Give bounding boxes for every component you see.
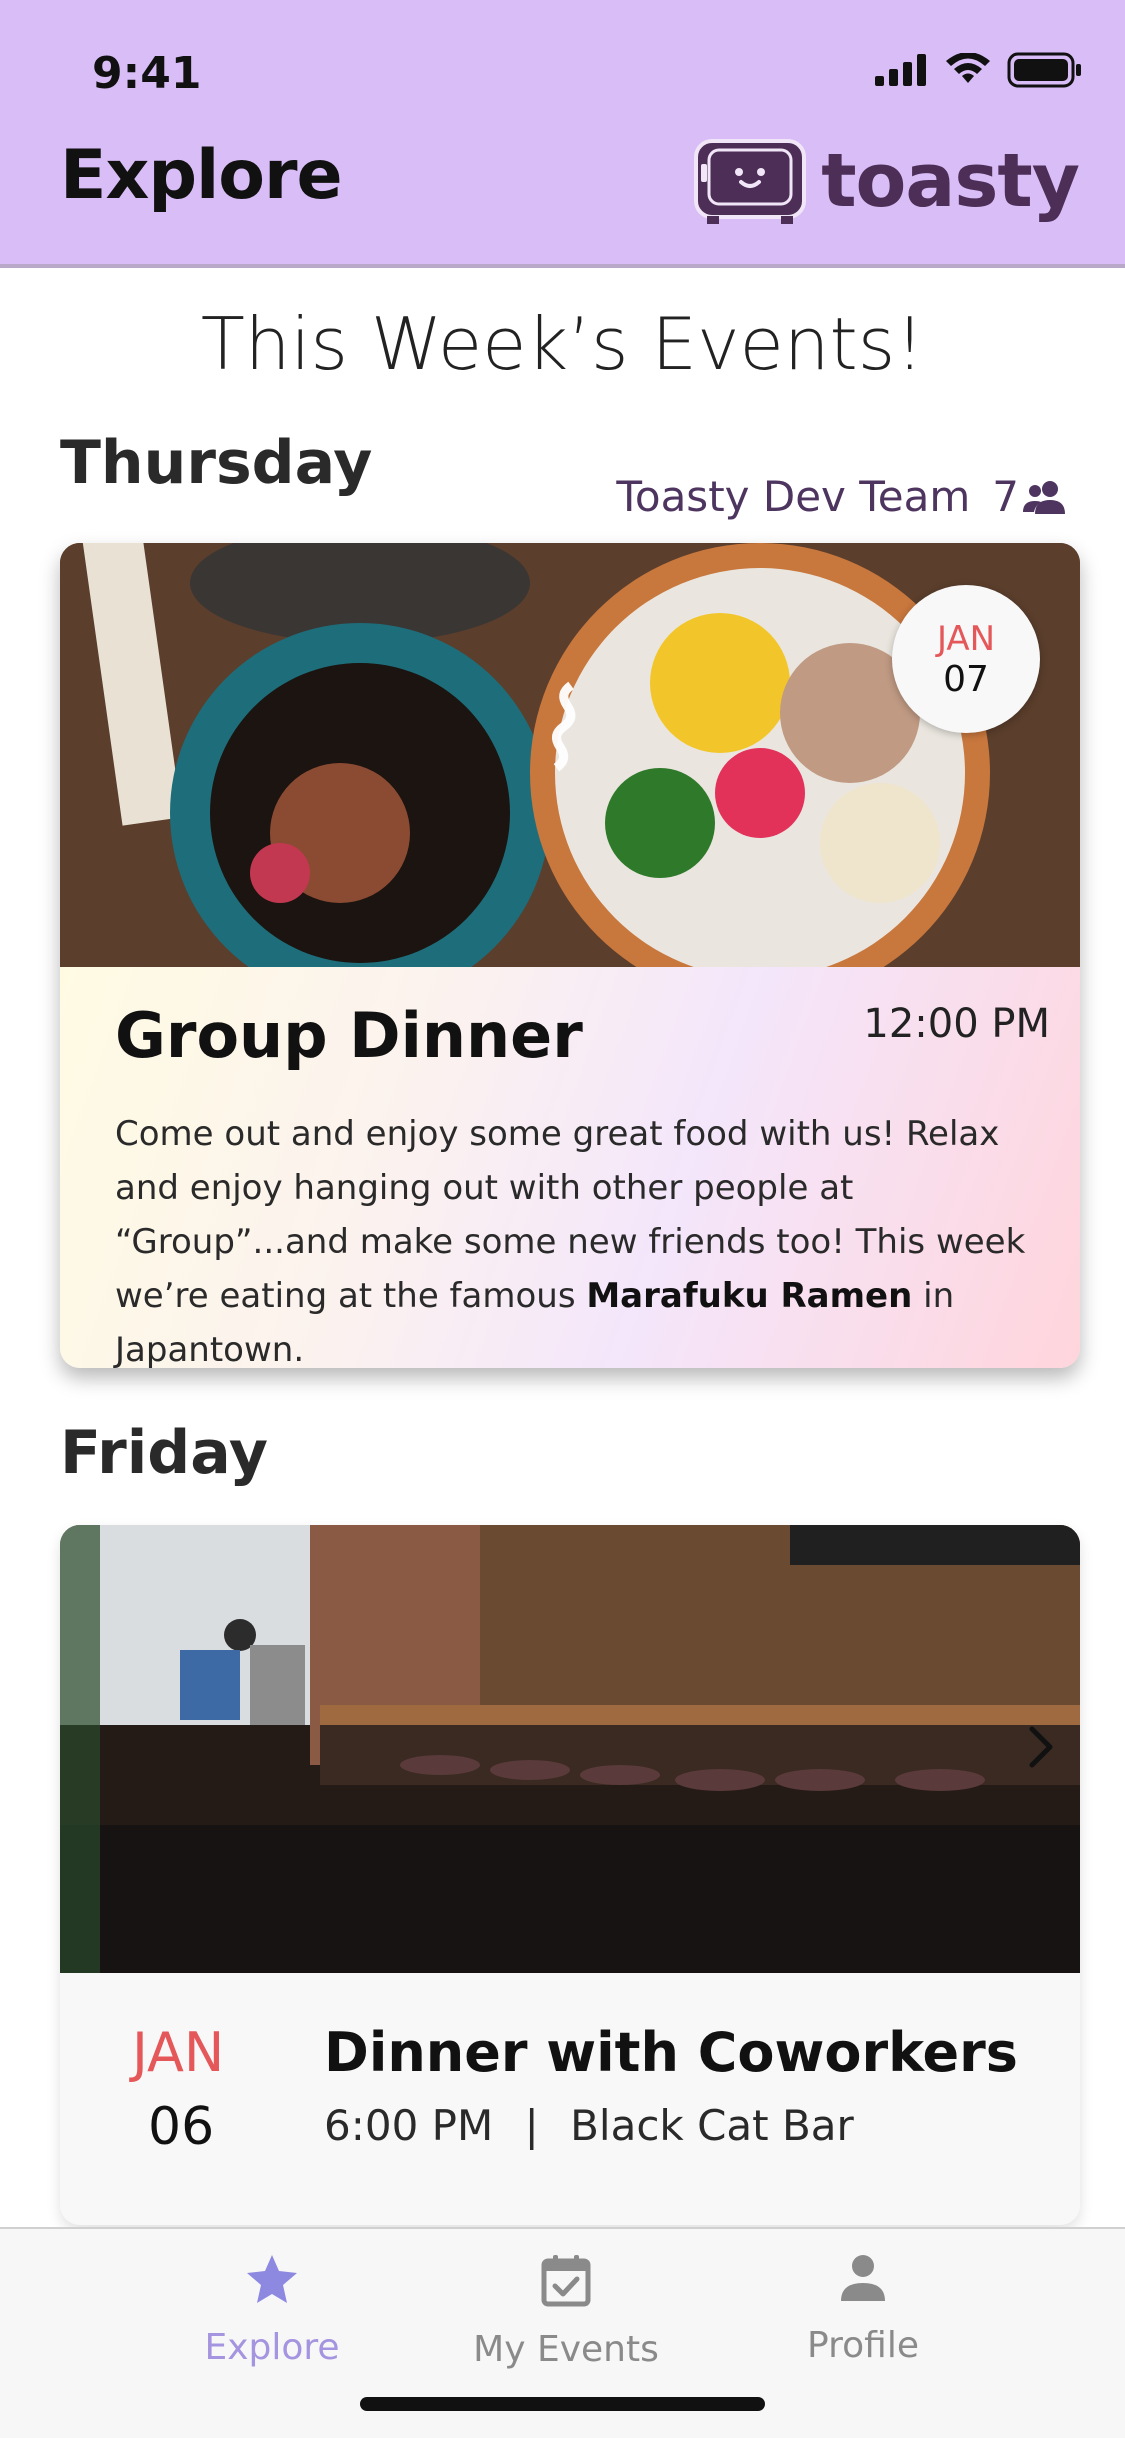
wifi-icon xyxy=(946,53,990,83)
calendar-check-icon xyxy=(541,2255,591,2307)
tab-label: Profile xyxy=(807,2325,919,2366)
event-card-body: Group Dinner 12:00 PM Come out and enjoy… xyxy=(60,967,1080,1368)
group-name: Toasty Dev Team xyxy=(616,472,971,521)
tab-label: My Events xyxy=(473,2329,659,2370)
page-title: Explore xyxy=(60,136,343,215)
event-date-badge: JAN 07 xyxy=(892,585,1040,733)
event-description: Come out and enjoy some great food with … xyxy=(115,1107,1035,1368)
app-header: 9:41 Explore toasty xyxy=(0,0,1125,268)
toaster-logo-icon xyxy=(694,139,807,224)
event-time: 6:00 PM xyxy=(324,2101,494,2150)
battery-icon xyxy=(1007,52,1081,88)
event-subtitle: 6:00 PM | Black Cat Bar xyxy=(324,2101,854,2150)
event-month: JAN xyxy=(132,2021,225,2084)
day-heading-friday: Friday xyxy=(60,1418,269,1488)
chevron-right-icon[interactable] xyxy=(1026,1725,1056,1769)
group-info[interactable]: Toasty Dev Team 7 xyxy=(616,472,1067,521)
event-day: 06 xyxy=(148,2097,215,2157)
status-time: 9:41 xyxy=(92,48,202,99)
home-indicator[interactable] xyxy=(360,2397,765,2411)
signal-icon xyxy=(875,54,926,86)
star-icon xyxy=(247,2255,297,2303)
status-icons xyxy=(875,52,1083,88)
event-day: 07 xyxy=(943,659,989,700)
section-title: This Week’s Events! xyxy=(200,302,925,386)
event-venue: Black Cat Bar xyxy=(570,2101,854,2150)
day-heading-thursday: Thursday xyxy=(60,428,373,498)
toasty-logo: toasty xyxy=(693,138,1080,224)
bar-photo xyxy=(60,1525,1080,1973)
member-count: 7 xyxy=(992,472,1019,521)
event-card-dinner-coworkers[interactable]: JAN 06 Dinner with Coworkers 6:00 PM | B… xyxy=(60,1525,1080,2225)
tab-my-events[interactable]: My Events xyxy=(436,2253,696,2370)
tab-profile[interactable]: Profile xyxy=(733,2253,993,2366)
people-icon xyxy=(1023,480,1065,514)
event-time: 12:00 PM xyxy=(863,1001,1050,1047)
event-title: Group Dinner xyxy=(115,999,583,1072)
event-venue-highlight: Marafuku Ramen xyxy=(586,1276,913,1316)
person-icon xyxy=(841,2255,885,2301)
event-month: JAN xyxy=(936,619,996,659)
event-title: Dinner with Coworkers xyxy=(324,2021,1018,2084)
separator: | xyxy=(524,2101,539,2150)
tab-explore[interactable]: Explore xyxy=(142,2253,402,2368)
logo-text: toasty xyxy=(821,138,1080,224)
tab-label: Explore xyxy=(204,2327,340,2368)
event-card-group-dinner[interactable]: ⌇ JAN 07 Group Dinner 12:00 PM Come out … xyxy=(60,543,1080,1368)
event-card-body: JAN 06 Dinner with Coworkers 6:00 PM | B… xyxy=(60,1973,1080,2225)
